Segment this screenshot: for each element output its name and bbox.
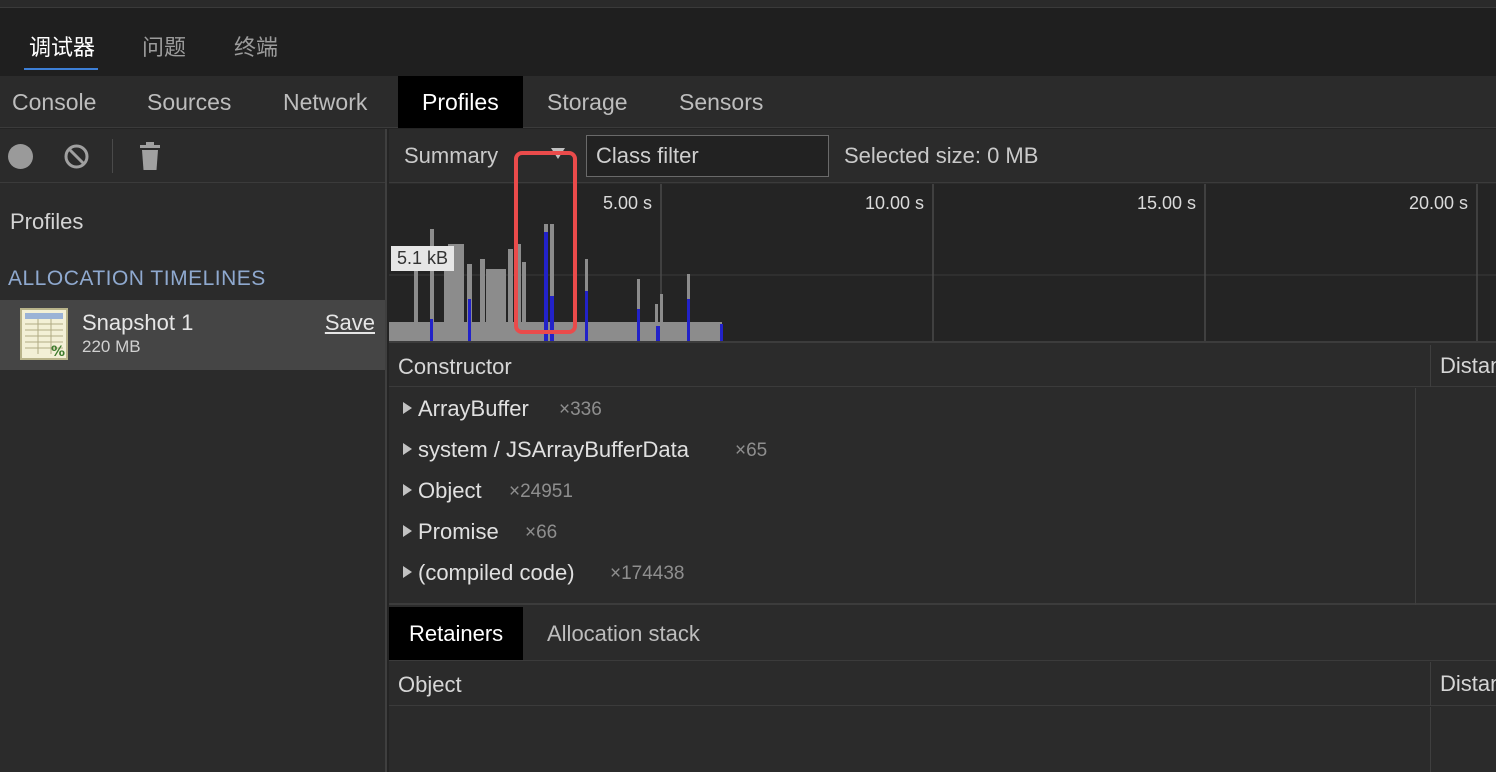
retainers-grid-header: Object Distance: [389, 662, 1496, 706]
constructor-name: system / JSArrayBufferData: [418, 437, 690, 462]
snapshot-name: Snapshot 1: [82, 310, 194, 335]
tab-network[interactable]: Network: [271, 76, 379, 128]
tab-sensors[interactable]: Sensors: [667, 76, 775, 128]
expand-arrow-icon[interactable]: [403, 566, 412, 578]
panel-tab-bar: Console Sources Network Profiles Storage…: [0, 76, 1496, 128]
trash-icon[interactable]: [138, 141, 162, 171]
expand-arrow-icon[interactable]: [403, 484, 412, 496]
tab-debugger[interactable]: 调试器: [29, 30, 95, 62]
constructor-name: (compiled code): [418, 560, 575, 585]
view-select[interactable]: Summary: [404, 143, 498, 169]
column-divider: [1430, 707, 1431, 772]
allocation-timeline-chart[interactable]: 5.00 s 10.00 s 15.00 s 20.00 s 5.1 kB: [389, 184, 1496, 343]
timeline-tick-label: 15.00 s: [1137, 193, 1197, 213]
tab-retainers[interactable]: Retainers: [389, 607, 524, 660]
active-tab-indicator: [24, 68, 98, 70]
tab-storage[interactable]: Storage: [535, 76, 640, 128]
instance-count: ×66: [525, 522, 558, 543]
dropdown-arrow-icon[interactable]: [551, 148, 565, 159]
constructor-grid-body: ArrayBuffer ×336 system / JSArrayBufferD…: [389, 388, 1496, 605]
tab-allocation-stack[interactable]: Allocation stack: [547, 607, 700, 660]
selected-size: Selected size: 0 MB: [844, 143, 1039, 168]
record-icon[interactable]: [8, 144, 33, 169]
retainers-grid-body: [389, 707, 1496, 772]
profiles-heading: Profiles: [10, 209, 84, 234]
snapshot-size: 220 MB: [82, 337, 141, 356]
profile-toolbar: Summary Class filter Selected size: 0 MB: [389, 129, 1496, 183]
tab-profiles[interactable]: Profiles: [398, 76, 523, 128]
expand-arrow-icon[interactable]: [403, 525, 412, 537]
save-link[interactable]: Save: [325, 310, 375, 336]
allocated-bars: [389, 224, 722, 341]
class-filter-input[interactable]: Class filter: [586, 135, 829, 177]
table-row[interactable]: system / JSArrayBufferData ×65: [389, 429, 1415, 470]
timeline-svg: [389, 184, 1496, 341]
svg-text:%: %: [51, 344, 65, 360]
profiles-sidebar: Profiles ALLOCATION TIMELINES % Snapshot…: [0, 129, 387, 772]
tab-terminal[interactable]: 终端: [234, 30, 278, 62]
sidebar-toolbar: [0, 129, 385, 183]
top-tab-bar: 调试器 问题 终端: [0, 8, 1496, 76]
allocation-timelines-heading: ALLOCATION TIMELINES: [8, 267, 266, 290]
window-top-edge: [0, 0, 1496, 8]
clear-icon[interactable]: [63, 143, 90, 170]
column-constructor[interactable]: Constructor: [398, 354, 512, 380]
column-distance[interactable]: Distance: [1430, 345, 1496, 387]
column-distance[interactable]: Distance: [1430, 662, 1496, 706]
instance-count: ×65: [735, 440, 768, 461]
tab-console[interactable]: Console: [0, 76, 108, 128]
column-divider: [1415, 388, 1416, 605]
retainers-tab-bar: Retainers Allocation stack: [389, 607, 1496, 661]
tab-problems[interactable]: 问题: [142, 30, 186, 62]
instance-count: ×174438: [610, 563, 685, 584]
table-row[interactable]: Object ×24951: [389, 470, 1415, 511]
constructor-name: ArrayBuffer: [418, 396, 529, 421]
table-row[interactable]: (compiled code) ×174438: [389, 552, 1415, 593]
tab-sources[interactable]: Sources: [135, 76, 243, 128]
table-row[interactable]: ArrayBuffer ×336: [389, 388, 1415, 429]
instance-count: ×24951: [509, 481, 573, 502]
spreadsheet-icon: %: [20, 308, 68, 360]
timeline-tick-label: 20.00 s: [1409, 193, 1469, 213]
snapshot-item[interactable]: % Snapshot 1 220 MB Save: [0, 300, 385, 370]
table-row[interactable]: Promise ×66: [389, 511, 1415, 552]
profile-main-panel: Summary Class filter Selected size: 0 MB: [389, 129, 1496, 772]
constructor-grid-header: Constructor Distance: [389, 345, 1496, 387]
constructor-name: Promise: [418, 519, 499, 544]
constructor-name: Object: [418, 478, 482, 503]
column-object[interactable]: Object: [398, 672, 462, 698]
expand-arrow-icon[interactable]: [403, 443, 412, 455]
timeline-tick-label: 10.00 s: [865, 193, 925, 213]
toolbar-divider: [112, 139, 113, 173]
instance-count: ×336: [559, 399, 602, 420]
timeline-tick-label: 5.00 s: [603, 193, 653, 213]
expand-arrow-icon[interactable]: [403, 402, 412, 414]
timeline-max-label: 5.1 kB: [391, 246, 455, 271]
